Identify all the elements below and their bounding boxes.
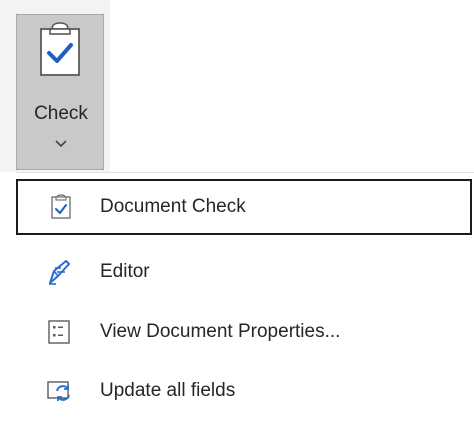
chevron-down-icon[interactable] [54,139,68,149]
check-dropdown-menu: Document Check Editor View Document Prop… [16,172,474,423]
menu-item-update-all-fields[interactable]: Update all fields [16,362,472,422]
check-button-label: Check [34,103,88,124]
check-button[interactable]: Check [16,14,104,170]
menu-item-label: Editor [100,261,150,282]
menu-item-view-document-properties[interactable]: View Document Properties... [16,302,472,362]
editor-pen-icon [49,260,70,285]
menu-item-label: Document Check [100,196,246,217]
clipboard-check-icon [40,22,80,76]
menu-item-label: Update all fields [100,380,236,401]
clipboard-check-icon [51,194,71,219]
document-properties-icon [48,320,70,344]
menu-divider [16,172,474,173]
menu-item-editor[interactable]: Editor [16,242,472,302]
menu-item-label: View Document Properties... [100,321,341,342]
update-fields-icon [47,381,70,401]
menu-item-document-check[interactable]: Document Check [16,179,472,235]
